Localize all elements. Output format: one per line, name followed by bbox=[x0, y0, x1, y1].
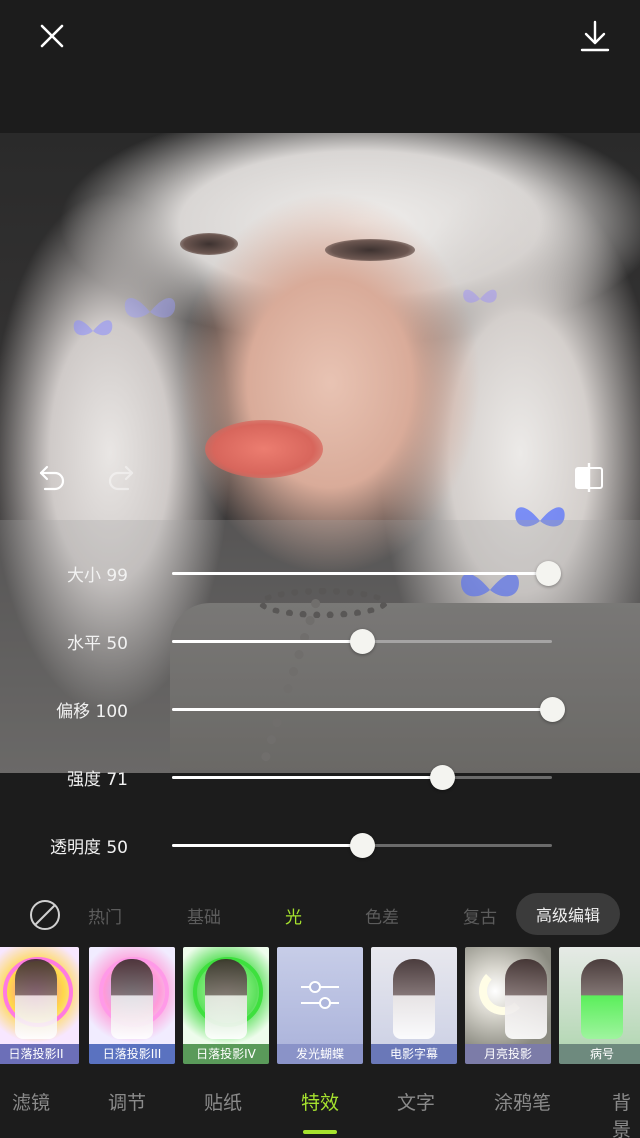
effect-thumbnail[interactable]: 月亮投影 bbox=[465, 947, 551, 1064]
redo-button[interactable] bbox=[99, 455, 143, 499]
effect-label: 月亮投影 bbox=[465, 1044, 551, 1064]
top-bar bbox=[0, 0, 640, 133]
slider-row-intensity: 强度 71 bbox=[0, 757, 640, 797]
slider-label-size: 大小 99 bbox=[66, 566, 128, 586]
category-tab-basic[interactable]: 基础 bbox=[187, 903, 221, 928]
effect-thumbnail[interactable]: 发光蝴蝶 bbox=[277, 947, 363, 1064]
thumbnail-detail bbox=[581, 959, 623, 1039]
undo-icon bbox=[39, 465, 65, 491]
nav-tab-text[interactable]: 文字 bbox=[397, 1088, 435, 1115]
slider-thumb-opacity[interactable] bbox=[350, 833, 375, 858]
effect-thumbnail-strip: 日落投影II 日落投影III 日落投影IV 发光蝴蝶 电影字幕 月亮投影 病号 bbox=[0, 947, 640, 1064]
download-icon bbox=[580, 20, 610, 52]
thumbnail-image bbox=[465, 947, 551, 1045]
thumbnail-detail bbox=[505, 959, 547, 1039]
bottom-navigation: 滤镜 调节 贴纸 特效 文字 涂鸦笔 背景 bbox=[0, 1070, 640, 1138]
slider-row-offset: 偏移 100 bbox=[0, 689, 640, 729]
category-tab-retro[interactable]: 复古 bbox=[463, 903, 497, 928]
thumbnail-image bbox=[371, 947, 457, 1045]
effect-label: 日落投影IV bbox=[183, 1044, 269, 1064]
slider-label-horizontal: 水平 50 bbox=[66, 634, 128, 654]
slider-thumb-horizontal[interactable] bbox=[350, 629, 375, 654]
thumbnail-detail bbox=[393, 959, 435, 1039]
active-tab-indicator bbox=[303, 1130, 337, 1134]
effect-thumbnail[interactable]: 日落投影III bbox=[89, 947, 175, 1064]
slider-row-size: 大小 99 bbox=[0, 553, 640, 593]
slider-label-offset: 偏移 100 bbox=[56, 702, 128, 722]
slider-thumb-intensity[interactable] bbox=[429, 765, 455, 790]
slider-fill bbox=[172, 776, 442, 779]
slider-thumb-size[interactable] bbox=[536, 561, 562, 586]
photo-detail bbox=[325, 239, 415, 261]
slider-fill bbox=[172, 844, 362, 847]
slider-track-horizontal[interactable] bbox=[172, 629, 552, 654]
redo-icon bbox=[108, 465, 134, 491]
effect-thumbnail[interactable]: 日落投影IV bbox=[183, 947, 269, 1064]
photo-detail bbox=[205, 420, 323, 478]
effect-thumbnail[interactable]: 日落投影II bbox=[0, 947, 79, 1064]
slider-row-opacity: 透明度 50 bbox=[0, 825, 640, 865]
close-button[interactable] bbox=[30, 14, 74, 58]
category-tab-chromatic[interactable]: 色差 bbox=[365, 903, 399, 928]
nav-tab-effects[interactable]: 特效 bbox=[301, 1088, 339, 1115]
category-tab-hot[interactable]: 热门 bbox=[88, 903, 122, 928]
close-icon bbox=[40, 24, 64, 48]
slider-label-opacity: 透明度 50 bbox=[49, 838, 128, 858]
photo-detail bbox=[180, 233, 238, 255]
category-tab-light[interactable]: 光 bbox=[285, 903, 302, 928]
thumbnail-image bbox=[183, 947, 269, 1045]
undo-button[interactable] bbox=[30, 455, 74, 499]
thumbnail-image bbox=[559, 947, 640, 1045]
effect-thumbnail[interactable]: 病号 bbox=[559, 947, 640, 1064]
nav-tab-background[interactable]: 背景 bbox=[612, 1088, 640, 1138]
adjust-sliders-icon bbox=[301, 981, 339, 1009]
slider-track-size[interactable] bbox=[172, 561, 562, 586]
thumbnail-detail bbox=[111, 959, 153, 1039]
nav-tab-filter[interactable]: 滤镜 bbox=[12, 1088, 50, 1115]
thumbnail-detail bbox=[15, 959, 57, 1039]
effect-label: 日落投影II bbox=[0, 1044, 79, 1064]
effect-thumbnail[interactable]: 电影字幕 bbox=[371, 947, 457, 1064]
compare-icon bbox=[575, 463, 603, 492]
slider-label-intensity: 强度 71 bbox=[66, 770, 128, 790]
effect-label: 发光蝴蝶 bbox=[277, 1044, 363, 1064]
thumbnail-image bbox=[277, 947, 363, 1045]
slider-track-intensity[interactable] bbox=[172, 765, 552, 790]
compare-button[interactable] bbox=[567, 455, 611, 499]
butterfly-effect-icon bbox=[124, 297, 176, 318]
download-button[interactable] bbox=[573, 14, 617, 58]
effect-category-bar: 热门 基础 光 色差 复古 高级编辑 bbox=[0, 888, 640, 940]
butterfly-effect-icon bbox=[73, 320, 113, 336]
thumbnail-image bbox=[89, 947, 175, 1045]
advanced-edit-button[interactable]: 高级编辑 bbox=[516, 893, 620, 935]
nav-tab-doodle[interactable]: 涂鸦笔 bbox=[494, 1088, 551, 1115]
slider-row-horizontal: 水平 50 bbox=[0, 621, 640, 661]
effect-label: 电影字幕 bbox=[371, 1044, 457, 1064]
nav-tab-adjust[interactable]: 调节 bbox=[108, 1088, 146, 1115]
effect-label: 病号 bbox=[559, 1044, 640, 1064]
slider-fill bbox=[172, 640, 362, 643]
no-effect-icon[interactable] bbox=[28, 898, 62, 932]
slider-fill bbox=[172, 572, 549, 575]
butterfly-effect-icon bbox=[463, 289, 497, 303]
slider-track-opacity[interactable] bbox=[172, 833, 552, 858]
slider-thumb-offset[interactable] bbox=[540, 697, 565, 722]
slider-fill bbox=[172, 708, 552, 711]
thumbnail-image bbox=[0, 947, 79, 1045]
slider-track-offset[interactable] bbox=[172, 697, 565, 722]
nav-tab-sticker[interactable]: 贴纸 bbox=[204, 1088, 242, 1115]
thumbnail-detail bbox=[205, 959, 247, 1039]
effect-label: 日落投影III bbox=[89, 1044, 175, 1064]
